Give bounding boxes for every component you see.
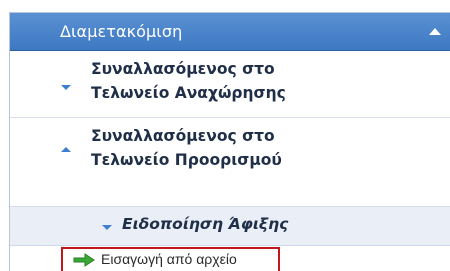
submenu-label: Ειδοποίηση Άφιξης (122, 215, 289, 233)
menu-item-label: Συναλλασόμενος στο Τελωνείο Προορισμού (91, 124, 282, 172)
menu-item-line2: Τελωνείο Αναχώρησης (91, 84, 286, 102)
triangle-down-icon (61, 85, 71, 90)
triangle-up-icon (61, 147, 71, 152)
triangle-down-icon (102, 225, 112, 230)
menu-item-destination-office[interactable]: Συναλλασόμενος στο Τελωνείο Προορισμού (10, 118, 450, 207)
menu-item-line1: Συναλλασόμενος στο (91, 127, 275, 145)
menu-leaf-import-from-file[interactable]: Εισαγωγή από αρχείο (61, 247, 280, 271)
menu-item-line2: Τελωνείο Προορισμού (91, 151, 282, 169)
green-arrow-right-icon (73, 253, 95, 267)
menu-item-label: Συναλλασόμενος στο Τελωνείο Αναχώρησης (91, 57, 286, 105)
menu-item-departure-office[interactable]: Συναλλασόμενος στο Τελωνείο Αναχώρησης (10, 51, 450, 118)
collapse-up-icon[interactable] (429, 28, 441, 35)
menu-leaf-label: Εισαγωγή από αρχείο (101, 251, 237, 267)
submenu-arrival-notification[interactable]: Ειδοποίηση Άφιξης (10, 207, 450, 246)
menu-item-line1: Συναλλασόμενος στο (91, 60, 275, 78)
menu-header-title: Διαμετακόμιση (60, 22, 183, 41)
menu-header-transit[interactable]: Διαμετακόμιση (10, 13, 450, 51)
navigation-panel: Διαμετακόμιση Συναλλασόμενος στο Τελωνεί… (9, 12, 450, 271)
